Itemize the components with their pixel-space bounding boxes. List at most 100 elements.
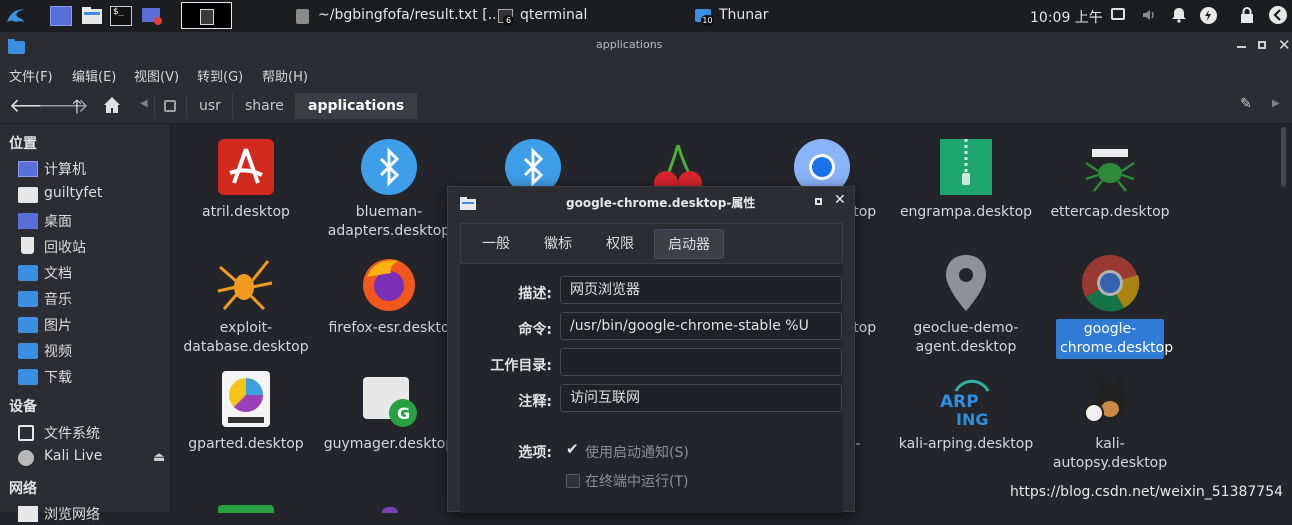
file-name: blueman-adapters.desktop <box>327 204 451 239</box>
window-titlebar[interactable]: applications ✕ <box>0 32 1292 60</box>
file-name: guymager.desktop <box>323 436 455 452</box>
file-kali-arping[interactable]: ARP ING kali-arping.desktop <box>896 359 1036 454</box>
menu-bar: 文件(F) 编辑(E) 视图(V) 转到(G) 帮助(H) <box>0 60 1292 88</box>
text-editor-icon <box>296 9 309 24</box>
pictures-folder-icon <box>18 317 38 333</box>
sidebar-item-label: Kali Live <box>44 448 103 464</box>
tab-permissions[interactable]: 权限 <box>595 229 645 259</box>
command-label: 命令: <box>518 322 552 338</box>
sidebar-section-devices: 设备 <box>9 399 37 415</box>
logout-icon[interactable] <box>1269 6 1287 24</box>
dialog-title: google-chrome.desktop-属性 <box>566 196 756 210</box>
working-directory-label: 工作目录: <box>490 358 552 374</box>
bluetooth-icon <box>359 137 419 197</box>
file-engrampa[interactable]: engrampa.desktop <box>896 127 1036 222</box>
svg-text:ARP: ARP <box>940 392 979 412</box>
run-in-terminal-checkbox[interactable] <box>566 474 580 488</box>
file-guymager[interactable]: G guymager.desktop <box>319 359 459 454</box>
description-label: 描述: <box>518 286 552 302</box>
breadcrumb-left-arrow-icon[interactable]: ◀ <box>140 98 148 109</box>
breadcrumb-root[interactable] <box>154 93 186 119</box>
archive-icon <box>936 137 996 197</box>
network-icon <box>18 506 38 522</box>
filesystem-icon <box>18 425 34 441</box>
file-geoclue-demo-agent[interactable]: geoclue-demo-agent.desktop <box>896 243 1036 357</box>
file-blueman-adapters[interactable]: blueman-adapters.desktop <box>319 127 459 241</box>
power-manager-icon[interactable] <box>1200 7 1217 24</box>
sidebar-item-label: 浏览网络 <box>44 507 100 523</box>
menu-help[interactable]: 帮助(H) <box>262 66 308 85</box>
task-count-badge: 10 <box>701 15 714 26</box>
description-field[interactable]: 网页浏览器 <box>560 276 842 304</box>
file-name: ettercap.desktop <box>1050 204 1170 220</box>
properties-dialog: google-chrome.desktop-属性 ✕ 一般 徽标 权限 启动器 … <box>447 186 855 513</box>
watermark-url: https://blog.csdn.net/weixin_51387754 <box>1010 484 1284 500</box>
file-gparted[interactable]: gparted.desktop <box>176 359 316 454</box>
breadcrumb-usr[interactable]: usr <box>186 93 233 119</box>
home-icon[interactable] <box>103 96 121 114</box>
run-in-terminal-label[interactable]: 在终端中运行(T) <box>585 471 688 491</box>
menu-go[interactable]: 转到(G) <box>197 66 243 85</box>
file-google-chrome[interactable]: google-chrome.desktop <box>1040 243 1180 359</box>
notification-bell-icon[interactable] <box>1171 7 1187 23</box>
lock-screen-icon[interactable] <box>1240 7 1254 23</box>
close-icon[interactable]: ✕ <box>834 192 846 208</box>
task-label: ~/bgbingfofa/result.txt [... <box>318 7 502 23</box>
file-firefox-esr[interactable]: firefox-esr.deskto <box>319 243 459 338</box>
clock[interactable]: 10:09 上午 <box>1030 7 1103 27</box>
tab-launcher[interactable]: 启动器 <box>654 229 724 259</box>
workspace-switcher[interactable] <box>181 2 232 29</box>
partial-app-icon[interactable] <box>382 507 398 513</box>
file-exploit-database[interactable]: exploit-database.desktop <box>176 243 316 357</box>
breadcrumb-applications[interactable]: applications <box>295 93 418 119</box>
svg-text:G: G <box>397 404 410 423</box>
launcher-panel: 描述: 网页浏览器 命令: /usr/bin/google-chrome-sta… <box>460 263 843 513</box>
volume-icon[interactable] <box>1141 7 1157 23</box>
comment-field[interactable]: 访问互联网 <box>560 384 842 412</box>
screen-recorder-launcher-icon[interactable] <box>141 6 163 26</box>
kali-menu-icon[interactable] <box>4 4 28 28</box>
gparted-icon <box>216 369 276 429</box>
edit-path-icon[interactable]: ✎ <box>1240 96 1252 112</box>
maximize-icon[interactable] <box>815 198 822 205</box>
sidebar-item-label: 下载 <box>44 370 72 386</box>
menu-view[interactable]: 视图(V) <box>134 66 179 85</box>
scrollbar[interactable] <box>1281 127 1286 187</box>
startup-notify-label[interactable]: 使用启动通知(S) <box>585 442 689 462</box>
command-field[interactable]: /usr/bin/google-chrome-stable %U <box>560 312 842 340</box>
file-kali-autopsy[interactable]: kali-autopsy.desktop <box>1040 359 1180 473</box>
startup-notify-checkbox[interactable]: ✔ <box>566 440 580 458</box>
working-directory-field[interactable] <box>560 348 842 376</box>
eject-icon[interactable]: ⏏ <box>153 450 165 465</box>
checkmark-icon: ✔ <box>566 440 579 458</box>
guymager-icon: G <box>359 369 419 429</box>
close-icon[interactable]: ✕ <box>1278 36 1291 54</box>
menu-edit[interactable]: 编辑(E) <box>72 66 116 85</box>
display-icon[interactable] <box>1111 8 1125 20</box>
file-name: atril.desktop <box>202 204 290 220</box>
sidebar-section-network: 网络 <box>9 481 37 497</box>
terminal-launcher-icon[interactable]: $_ <box>110 6 132 26</box>
file-name: geoclue-demo-agent.desktop <box>913 320 1019 355</box>
atril-icon <box>216 137 276 197</box>
location-pin-icon <box>936 253 996 313</box>
tab-emblems[interactable]: 徽标 <box>533 229 583 259</box>
location-toolbar: 🡐 🡒 🡑 ◀ usr share applications ✎ ▶ <box>0 88 1292 124</box>
file-ettercap[interactable]: ettercap.desktop <box>1040 127 1180 222</box>
breadcrumb-right-arrow-icon[interactable]: ▶ <box>1272 98 1280 109</box>
svg-text:ING: ING <box>956 410 988 429</box>
file-manager-launcher-icon[interactable] <box>81 6 103 26</box>
maximize-icon[interactable] <box>1258 41 1266 49</box>
minimize-icon[interactable] <box>1237 46 1246 48</box>
tab-general[interactable]: 一般 <box>472 229 520 259</box>
taskbar: $_ ~/bgbingfofa/result.txt [... 6 qtermi… <box>0 0 1292 32</box>
sidebar-item-label: 图片 <box>44 318 72 334</box>
parent-folder-icon[interactable]: 🡑 <box>72 93 82 125</box>
options-label: 选项: <box>518 445 552 461</box>
file-name: engrampa.desktop <box>899 204 1033 220</box>
breadcrumb-share[interactable]: share <box>232 93 296 119</box>
menu-file[interactable]: 文件(F) <box>9 66 53 85</box>
dialog-titlebar[interactable]: google-chrome.desktop-属性 ✕ <box>448 187 854 217</box>
workspace-icon[interactable] <box>50 6 72 26</box>
file-atril[interactable]: atril.desktop <box>176 127 316 222</box>
